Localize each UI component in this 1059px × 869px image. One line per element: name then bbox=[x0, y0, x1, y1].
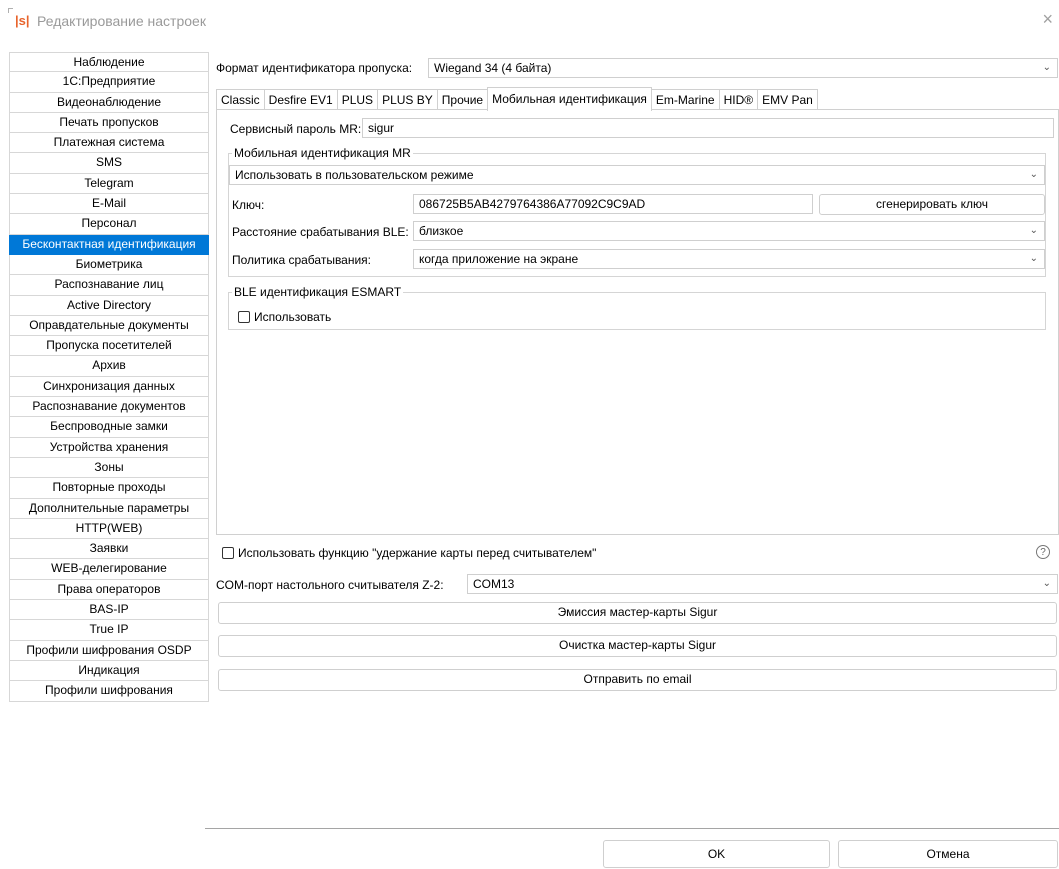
chevron-down-icon: ⌄ bbox=[1029, 225, 1038, 236]
generate-key-button[interactable]: сгенерировать ключ bbox=[819, 194, 1045, 215]
sidebar-item[interactable]: Active Directory bbox=[9, 295, 209, 316]
key-label: Ключ: bbox=[232, 198, 265, 212]
sidebar-item[interactable]: Профили шифрования bbox=[9, 681, 209, 702]
sidebar-item[interactable]: SMS bbox=[9, 153, 209, 174]
tab-item[interactable]: Мобильная идентификация bbox=[487, 87, 652, 111]
pass-format-label: Формат идентификатора пропуска: bbox=[216, 61, 413, 75]
window-title: Редактирование настроек bbox=[37, 13, 206, 29]
help-icon[interactable]: ? bbox=[1036, 545, 1050, 559]
com-port-value: COM13 bbox=[473, 577, 515, 591]
tab-item[interactable]: HID® bbox=[718, 89, 759, 111]
mr-mode-select[interactable]: Использовать в пользовательском режиме ⌄ bbox=[229, 165, 1045, 185]
ble-distance-select[interactable]: близкое ⌄ bbox=[413, 221, 1045, 241]
sidebar-item[interactable]: HTTP(WEB) bbox=[9, 518, 209, 540]
sidebar-item[interactable]: E-Mail bbox=[9, 194, 209, 215]
tab-bar: Classic Desfire EV1 PLUS PLUS BY Прочие Мобил… bbox=[216, 87, 818, 111]
ble-distance-value: близкое bbox=[419, 224, 464, 238]
sidebar-item[interactable]: Персонал bbox=[9, 214, 209, 235]
sidebar-item[interactable]: Печать пропусков bbox=[9, 112, 209, 134]
chevron-down-icon: ⌄ bbox=[1042, 62, 1051, 73]
sidebar-item[interactable]: Распознавание документов bbox=[9, 397, 209, 418]
ok-button[interactable]: OK bbox=[603, 840, 830, 868]
sidebar-item[interactable]: Распознавание лиц bbox=[9, 275, 209, 296]
key-input[interactable]: 086725B5AB4279764386A77092C9C9AD bbox=[413, 194, 813, 214]
tab-item[interactable]: Прочие bbox=[436, 89, 489, 111]
sidebar-item[interactable]: WEB-делегирование bbox=[9, 559, 209, 580]
sidebar-item[interactable]: Индикация bbox=[9, 660, 209, 682]
esmart-use-checkbox[interactable] bbox=[238, 311, 250, 323]
sidebar-item[interactable]: Наблюдение bbox=[9, 52, 209, 73]
esmart-use-label: Использовать bbox=[254, 310, 332, 324]
window-corner-mark bbox=[8, 8, 13, 13]
sidebar-item[interactable]: Беспроводные замки bbox=[9, 417, 209, 438]
sidebar-item[interactable]: Зоны bbox=[9, 457, 209, 479]
pass-format-select[interactable]: Wiegand 34 (4 байта) ⌄ bbox=[428, 58, 1058, 78]
app-logo: |s| bbox=[15, 13, 30, 28]
service-password-label: Сервисный пароль MR: bbox=[230, 122, 362, 136]
sidebar-item[interactable]: 1С:Предприятие bbox=[9, 72, 209, 93]
footer-divider bbox=[205, 828, 1059, 829]
service-password-input[interactable]: sigur bbox=[362, 118, 1054, 138]
ble-esmart-group-title: BLE идентификация ESMART bbox=[232, 285, 404, 299]
mr-mode-value: Использовать в пользовательском режиме bbox=[235, 168, 474, 182]
mobile-mr-group-title: Мобильная идентификация MR bbox=[232, 146, 413, 160]
sidebar-item[interactable]: Заявки bbox=[9, 539, 209, 560]
sidebar-item[interactable]: Права операторов bbox=[9, 579, 209, 601]
emission-master-card-button[interactable]: Эмиссия мастер-карты Sigur bbox=[218, 602, 1057, 624]
hold-card-checkbox[interactable] bbox=[222, 547, 234, 559]
clear-master-card-button[interactable]: Очистка мастер-карты Sigur bbox=[218, 635, 1057, 657]
chevron-down-icon: ⌄ bbox=[1029, 169, 1038, 180]
tab-item[interactable]: PLUS BY bbox=[377, 89, 438, 111]
chevron-down-icon: ⌄ bbox=[1042, 578, 1051, 589]
send-email-button[interactable]: Отправить по email bbox=[218, 669, 1057, 691]
tab-item[interactable]: Em-Marine bbox=[650, 89, 720, 111]
sidebar-item[interactable]: Профили шифрования OSDP bbox=[9, 640, 209, 661]
sidebar-item[interactable]: Архив bbox=[9, 356, 209, 377]
sidebar-item[interactable]: Устройства хранения bbox=[9, 437, 209, 458]
hold-card-label: Использовать функцию "удержание карты пе… bbox=[238, 546, 597, 560]
pass-format-value: Wiegand 34 (4 байта) bbox=[434, 61, 552, 75]
com-port-select[interactable]: COM13 ⌄ bbox=[467, 574, 1058, 594]
tab-item[interactable]: PLUS bbox=[336, 89, 379, 111]
sidebar-item[interactable]: Повторные проходы bbox=[9, 478, 209, 499]
ble-distance-label: Расстояние срабатывания BLE: bbox=[232, 225, 409, 239]
sidebar-item[interactable]: Синхронизация данных bbox=[9, 376, 209, 398]
policy-label: Политика срабатывания: bbox=[232, 253, 372, 267]
sidebar-item[interactable]: Пропуска посетителей bbox=[9, 336, 209, 357]
sidebar-item[interactable]: Telegram bbox=[9, 173, 209, 195]
sidebar-item[interactable]: True IP bbox=[9, 620, 209, 641]
com-port-label: COM-порт настольного считывателя Z-2: bbox=[216, 578, 444, 592]
sidebar-item[interactable]: Видеонаблюдение bbox=[9, 92, 209, 113]
tab-item[interactable]: EMV Pan bbox=[757, 89, 818, 111]
sidebar-item[interactable]: Бесконтактная идентификация bbox=[9, 234, 209, 255]
sidebar-item[interactable]: BAS-IP bbox=[9, 600, 209, 621]
tab-item[interactable]: Desfire EV1 bbox=[263, 89, 338, 111]
policy-value: когда приложение на экране bbox=[419, 252, 579, 266]
cancel-button[interactable]: Отмена bbox=[838, 840, 1058, 868]
close-icon[interactable]: × bbox=[1042, 10, 1053, 28]
sidebar-item[interactable]: Дополнительные параметры bbox=[9, 498, 209, 519]
sidebar-item[interactable]: Платежная система bbox=[9, 133, 209, 154]
settings-sidebar: Наблюдение 1С:Предприятие Видеонаблюдение П… bbox=[9, 52, 209, 702]
chevron-down-icon: ⌄ bbox=[1029, 253, 1038, 264]
sidebar-item[interactable]: Биометрика bbox=[9, 254, 209, 276]
tab-item[interactable]: Classic bbox=[216, 89, 265, 111]
sidebar-item[interactable]: Оправдательные документы bbox=[9, 315, 209, 337]
policy-select[interactable]: когда приложение на экране ⌄ bbox=[413, 249, 1045, 269]
